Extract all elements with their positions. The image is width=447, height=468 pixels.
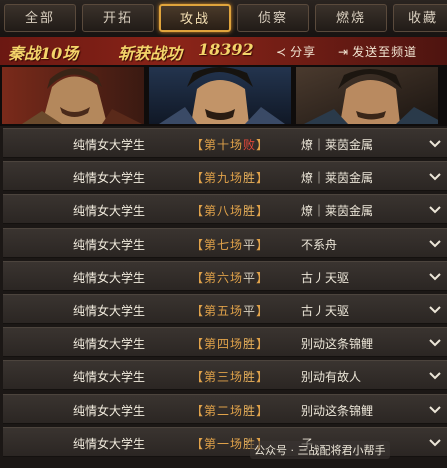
season-label: 秦战10场 bbox=[8, 44, 79, 63]
player-name: 纯情女大学生 bbox=[73, 237, 146, 252]
send-to-channel-button[interactable]: ⇥ 发送至频道 bbox=[338, 43, 417, 60]
match-label: 【第四场胜】 bbox=[191, 335, 269, 352]
chevron-down-icon[interactable] bbox=[427, 401, 443, 417]
battle-row[interactable]: 纯情女大学生 【第九场胜】 燎｜莱茵金属 bbox=[3, 161, 447, 192]
match-round: 【第六场 bbox=[191, 270, 244, 285]
match-round: 【第十场 bbox=[191, 138, 244, 152]
opponent-name: 别动这条锦鲤 bbox=[301, 403, 374, 418]
match-round: 【第三场 bbox=[191, 370, 244, 385]
match-round: 【第九场 bbox=[191, 171, 244, 186]
player-name: 纯情女大学生 bbox=[73, 270, 146, 285]
general-portraits bbox=[0, 65, 447, 126]
match-bracket-close: 】 bbox=[256, 403, 270, 418]
chevron-down-icon[interactable] bbox=[427, 135, 443, 151]
match-label: 【第十场败】 bbox=[191, 136, 269, 153]
match-label: 【第五场平】 bbox=[191, 302, 269, 319]
match-bracket-close: 】 bbox=[256, 138, 270, 152]
tab-scout[interactable]: 侦察 bbox=[237, 4, 309, 32]
match-round: 【第四场 bbox=[191, 337, 244, 352]
tab-burn[interactable]: 燃烧 bbox=[315, 4, 387, 32]
match-label: 【第六场平】 bbox=[191, 269, 269, 286]
battle-row[interactable]: 纯情女大学生 【第二场胜】 别动这条锦鲤 bbox=[3, 393, 447, 424]
general-portrait-3 bbox=[296, 67, 438, 124]
battle-row[interactable]: 纯情女大学生 【第七场平】 不系舟 bbox=[3, 227, 447, 258]
match-result: 平 bbox=[243, 237, 257, 252]
chevron-down-icon[interactable] bbox=[427, 367, 443, 383]
match-result: 败 bbox=[243, 138, 257, 152]
match-label: 【第七场平】 bbox=[191, 236, 269, 253]
match-bracket-close: 】 bbox=[256, 270, 270, 285]
battle-row[interactable]: 纯情女大学生 【第五场平】 古丿天驱 bbox=[3, 294, 447, 324]
match-result: 平 bbox=[243, 270, 257, 285]
match-label: 【第三场胜】 bbox=[191, 368, 269, 385]
send-label: 发送至频道 bbox=[352, 45, 418, 59]
opponent-name: 燎｜莱茵金属 bbox=[301, 204, 374, 219]
watermark-text: 公众号 · 三战配将君小帮手 bbox=[250, 441, 390, 459]
share-button[interactable]: ≺ 分享 bbox=[276, 43, 316, 60]
battle-row[interactable]: 纯情女大学生 【第六场平】 古丿天驱 bbox=[3, 260, 447, 291]
match-label: 【第二场胜】 bbox=[191, 402, 269, 419]
opponent-name: 不系舟 bbox=[301, 237, 338, 252]
chevron-down-icon[interactable] bbox=[427, 168, 443, 184]
battle-summary-header: 秦战10场 斩获战功 18392 ≺ 分享 ⇥ 发送至频道 bbox=[0, 37, 447, 65]
match-label: 【第八场胜】 bbox=[191, 202, 269, 219]
player-name: 纯情女大学生 bbox=[73, 138, 146, 152]
match-bracket-close: 】 bbox=[256, 204, 270, 219]
share-label: 分享 bbox=[290, 45, 317, 59]
chevron-down-icon[interactable] bbox=[427, 301, 443, 317]
opponent-name: 别动这条锦鲤 bbox=[301, 337, 374, 352]
match-result: 胜 bbox=[243, 403, 257, 418]
battle-row[interactable]: 纯情女大学生 【第三场胜】 别动有故人 bbox=[3, 360, 447, 391]
chevron-down-icon[interactable] bbox=[427, 434, 443, 450]
chevron-down-icon[interactable] bbox=[427, 268, 443, 284]
opponent-name: 别动有故人 bbox=[301, 370, 362, 385]
match-bracket-close: 】 bbox=[256, 171, 270, 186]
match-round: 【第二场 bbox=[191, 403, 244, 418]
match-round: 【第五场 bbox=[191, 304, 244, 318]
tab-pioneer[interactable]: 开拓 bbox=[82, 4, 154, 32]
battle-row[interactable]: 纯情女大学生 【第十场败】 燎｜莱茵金属 bbox=[3, 128, 447, 158]
battle-row[interactable]: 纯情女大学生 【第四场胜】 别动这条锦鲤 bbox=[3, 327, 447, 358]
match-result: 胜 bbox=[243, 370, 257, 385]
match-result: 胜 bbox=[243, 171, 257, 186]
share-icon: ≺ bbox=[276, 45, 288, 59]
player-name: 纯情女大学生 bbox=[73, 204, 146, 219]
player-name: 纯情女大学生 bbox=[73, 337, 146, 352]
merit-value: 18392 bbox=[198, 40, 254, 59]
match-result: 胜 bbox=[243, 337, 257, 352]
opponent-name: 古丿天驱 bbox=[301, 304, 350, 318]
match-bracket-close: 】 bbox=[256, 304, 270, 318]
player-name: 纯情女大学生 bbox=[73, 304, 146, 318]
opponent-name: 古丿天驱 bbox=[301, 270, 350, 285]
match-round: 【第八场 bbox=[191, 204, 244, 219]
tab-attack[interactable]: 攻战 bbox=[159, 4, 231, 32]
chevron-down-icon[interactable] bbox=[427, 235, 443, 251]
tab-favorites[interactable]: 收藏 bbox=[393, 4, 447, 32]
opponent-name: 燎｜莱茵金属 bbox=[301, 171, 374, 186]
send-icon: ⇥ bbox=[338, 45, 350, 59]
tab-all[interactable]: 全部 bbox=[4, 4, 76, 32]
tab-bar: 全部 开拓 攻战 侦察 燃烧 收藏 bbox=[0, 0, 447, 37]
chevron-down-icon[interactable] bbox=[427, 334, 443, 350]
merit-label: 斩获战功 bbox=[118, 44, 183, 63]
match-result: 胜 bbox=[243, 204, 257, 219]
match-bracket-close: 】 bbox=[256, 237, 270, 252]
match-bracket-close: 】 bbox=[256, 337, 270, 352]
player-name: 纯情女大学生 bbox=[73, 171, 146, 186]
match-result: 平 bbox=[243, 304, 257, 318]
player-name: 纯情女大学生 bbox=[73, 403, 146, 418]
battle-row[interactable]: 纯情女大学生 【第八场胜】 燎｜莱茵金属 bbox=[3, 194, 447, 225]
chevron-down-icon[interactable] bbox=[427, 201, 443, 217]
match-bracket-close: 】 bbox=[256, 370, 270, 385]
match-round: 【第七场 bbox=[191, 237, 244, 252]
player-name: 纯情女大学生 bbox=[73, 436, 146, 451]
opponent-name: 燎｜莱茵金属 bbox=[301, 138, 374, 152]
general-portrait-1 bbox=[2, 67, 144, 124]
match-round: 【第一场 bbox=[191, 436, 244, 451]
player-name: 纯情女大学生 bbox=[73, 370, 146, 385]
general-portrait-2 bbox=[149, 67, 291, 124]
match-label: 【第九场胜】 bbox=[191, 169, 269, 186]
